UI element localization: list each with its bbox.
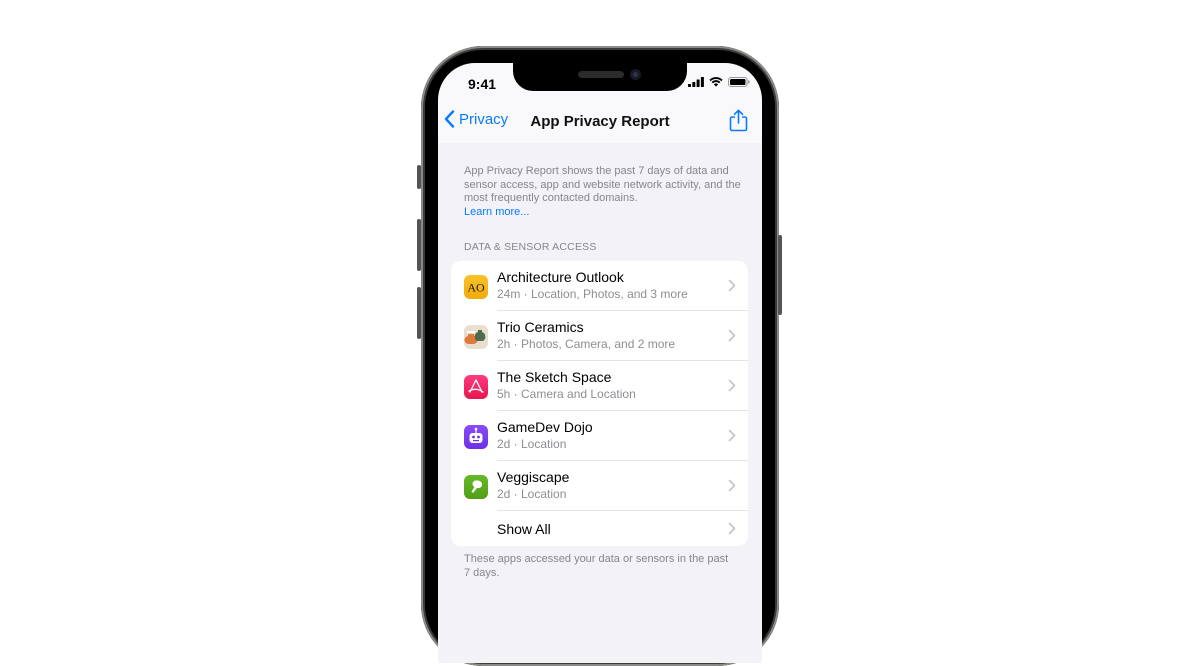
volume-down-button	[417, 287, 421, 339]
wifi-icon	[709, 77, 723, 87]
intro-text: App Privacy Report shows the past 7 days…	[464, 165, 741, 204]
chevron-right-icon	[728, 479, 736, 492]
app-access-detail: 24m · Location, Photos, and 3 more	[497, 287, 688, 301]
svg-text:AO: AO	[467, 281, 485, 295]
app-access-detail: 2d · Location	[497, 437, 567, 451]
cellular-signal-icon	[688, 77, 704, 87]
status-icons	[688, 77, 750, 87]
broccoli-app-icon	[464, 475, 488, 499]
vases-app-icon	[464, 325, 488, 349]
list-item[interactable]: AO Architecture Outlook 24m · Location, …	[451, 261, 748, 311]
app-access-detail: 2d · Location	[497, 487, 567, 501]
app-name: GameDev Dojo	[497, 419, 593, 435]
robot-app-icon	[464, 425, 488, 449]
chevron-right-icon	[728, 279, 736, 292]
volume-up-button	[417, 219, 421, 271]
list-item[interactable]: The Sketch Space 5h · Camera and Locatio…	[451, 361, 748, 411]
show-all-label: Show All	[497, 521, 551, 537]
share-button[interactable]	[729, 109, 748, 137]
section-header: DATA & SENSOR ACCESS	[464, 241, 597, 253]
list-item[interactable]: Veggiscape 2d · Location	[451, 461, 748, 511]
app-access-detail: 2h · Photos, Camera, and 2 more	[497, 337, 676, 351]
sketch-app-icon	[464, 375, 488, 399]
chevron-right-icon	[728, 329, 736, 342]
chevron-right-icon	[728, 379, 736, 392]
power-button	[778, 235, 782, 315]
app-name: Veggiscape	[497, 469, 570, 485]
list-item[interactable]: GameDev Dojo 2d · Location	[451, 411, 748, 461]
learn-more-link[interactable]: Learn more...	[464, 206, 529, 218]
speaker	[578, 71, 624, 78]
app-name: Architecture Outlook	[497, 269, 624, 285]
page-title: App Privacy Report	[530, 113, 670, 130]
show-all-button[interactable]: Show All	[451, 511, 748, 546]
list-item[interactable]: Trio Ceramics 2h · Photos, Camera, and 2…	[451, 311, 748, 361]
data-sensor-access-list: AO Architecture Outlook 24m · Location, …	[451, 261, 748, 546]
battery-icon	[728, 77, 750, 87]
ao-app-icon: AO	[464, 275, 488, 299]
app-access-detail: 5h · Camera and Location	[497, 387, 636, 401]
section-footer: These apps accessed your data or sensors…	[464, 553, 729, 579]
chevron-right-icon	[728, 522, 736, 535]
app-name: Trio Ceramics	[497, 319, 584, 335]
status-time: 9:41	[468, 76, 497, 92]
silent-switch	[417, 165, 421, 189]
share-icon	[729, 109, 748, 132]
front-camera	[630, 69, 641, 80]
intro-description: App Privacy Report shows the past 7 days…	[464, 165, 744, 219]
app-name: The Sketch Space	[497, 369, 612, 385]
chevron-right-icon	[728, 429, 736, 442]
